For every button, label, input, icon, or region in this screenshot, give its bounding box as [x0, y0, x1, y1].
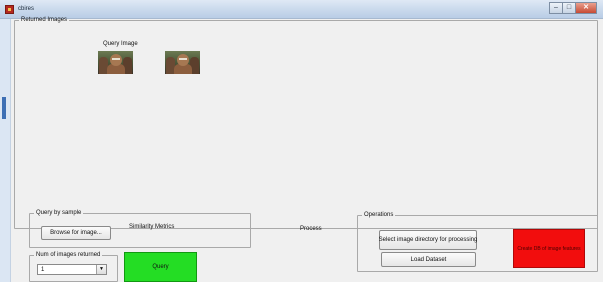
edge-marker — [2, 97, 6, 119]
load-dataset-button[interactable]: Load Dataset — [381, 252, 476, 267]
query-image-label: Query Image — [103, 41, 138, 47]
num-images-value: 1 — [41, 267, 45, 273]
similarity-metrics-label: Similarity Metrics — [129, 224, 175, 230]
query-button[interactable]: Query — [124, 252, 197, 282]
close-button[interactable]: ✕ — [575, 2, 597, 14]
returned-images-panel: Returned Images — [14, 17, 598, 229]
window-title: cbires — [18, 6, 35, 12]
operations-legend: Operations — [364, 212, 394, 218]
minimize-button[interactable]: – — [549, 2, 562, 14]
chevron-down-icon[interactable]: ▼ — [96, 265, 106, 274]
result-thumbnail-1[interactable] — [165, 51, 200, 74]
left-edge-strip — [0, 19, 11, 282]
matlab-figure-icon — [5, 5, 14, 14]
app-window: cbires – □ ✕ Returned Images Query Image… — [0, 0, 603, 282]
num-images-legend: Num of images returned — [36, 252, 101, 258]
query-by-sample-legend: Query by sample — [36, 210, 82, 216]
window-controls: – □ ✕ — [549, 2, 597, 14]
create-feature-db-button[interactable]: Create DB of image features — [513, 229, 585, 268]
maximize-button[interactable]: □ — [562, 2, 575, 14]
select-image-directory-button[interactable]: Select image directory for processing — [379, 230, 477, 250]
num-images-dropdown[interactable]: 1 ▼ — [37, 264, 107, 275]
query-thumbnail[interactable] — [98, 51, 133, 74]
browse-for-image-button[interactable]: Browse for image... — [41, 226, 111, 240]
process-label: Process — [300, 226, 322, 232]
returned-images-legend: Returned Images — [21, 17, 68, 23]
